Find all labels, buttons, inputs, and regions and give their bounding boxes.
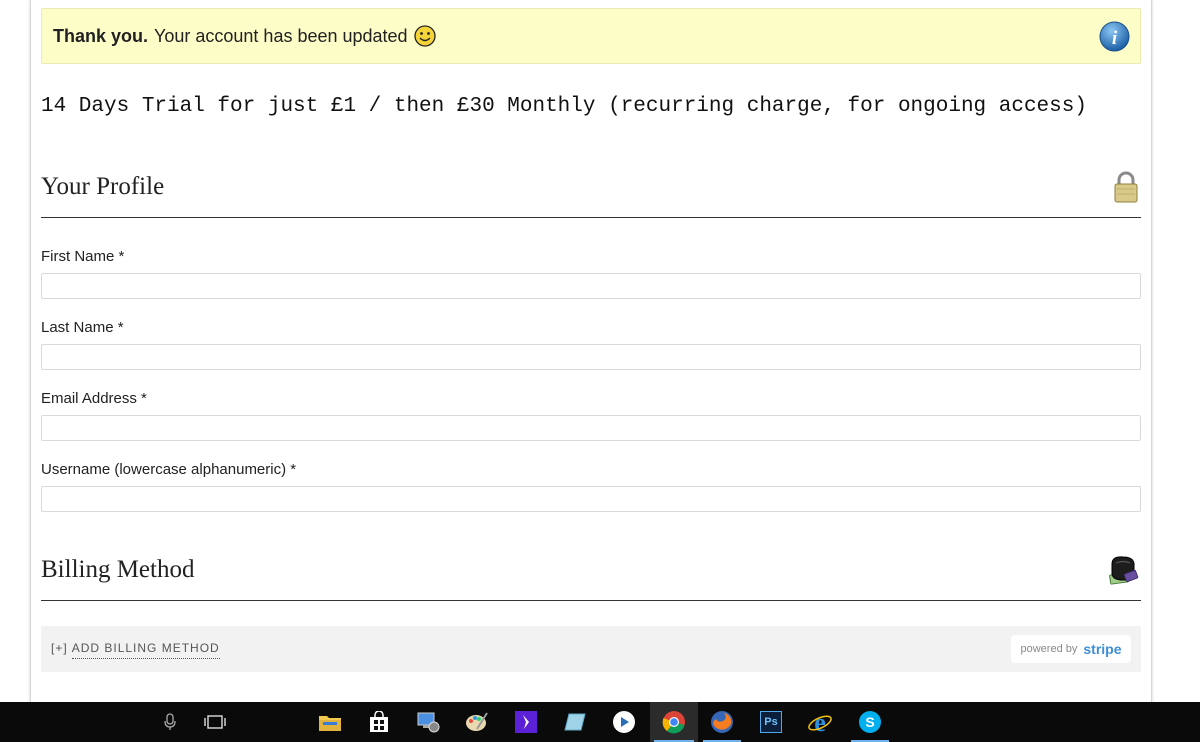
page-container: Thank you. Your account has been updated… [30,0,1152,702]
stripe-badge[interactable]: powered by stripe [1011,635,1131,663]
remote-desktop-icon[interactable] [405,702,451,742]
notes-icon[interactable] [552,702,598,742]
notice-text: Your account has been updated [154,25,408,46]
photoshop-icon[interactable]: Ps [748,702,794,742]
stripe-logo: stripe [1083,641,1122,657]
notice-strong: Thank you. [53,25,149,46]
email-label: Email Address * [41,390,147,407]
microphone-icon[interactable] [147,702,193,742]
media-player-icon[interactable] [601,702,647,742]
paint-icon[interactable] [454,702,500,742]
wallet-icon [1109,556,1139,585]
add-billing-label: ADD BILLING METHOD [71,641,220,659]
skype-icon[interactable]: S [847,702,893,742]
profile-title: Your Profile [41,173,165,200]
billing-method-bar: [+] ADD BILLING METHOD powered by stripe [41,626,1141,672]
first-name-input[interactable] [41,273,1141,299]
internet-explorer-icon[interactable]: e [797,702,843,742]
chrome-icon[interactable] [650,702,698,742]
profile-section-header: Your Profile [41,170,1141,218]
add-billing-method-button[interactable]: [+] ADD BILLING METHOD [51,641,220,659]
billing-title: Billing Method [41,556,195,583]
info-icon[interactable]: i [1099,21,1130,52]
first-name-label: First Name * [41,248,125,265]
task-view-icon[interactable] [192,702,238,742]
windows-taskbar: Ps e S [0,702,1200,742]
last-name-input[interactable] [41,344,1141,370]
add-billing-prefix: [+] [51,641,68,655]
file-explorer-icon[interactable] [307,702,353,742]
padlock-icon [1114,171,1138,203]
email-input[interactable] [41,415,1141,441]
smiley-face-icon [413,25,436,47]
store-icon[interactable] [356,702,402,742]
success-notice: Thank you. Your account has been updated… [41,8,1141,64]
powered-by-text: powered by [1020,643,1078,655]
svg-text:i: i [1112,28,1118,49]
username-input[interactable] [41,486,1141,512]
svg-text:S: S [865,714,874,730]
last-name-label: Last Name * [41,319,124,336]
username-label: Username (lowercase alphanumeric) * [41,461,297,478]
firefox-icon[interactable] [699,702,745,742]
svg-text:e: e [814,710,826,734]
photoshop-label: Ps [760,711,782,733]
billing-section-header: Billing Method [41,553,1141,601]
app-icon[interactable] [503,702,549,742]
trial-pricing-text: 14 Days Trial for just £1 / then £30 Mon… [41,95,1087,118]
